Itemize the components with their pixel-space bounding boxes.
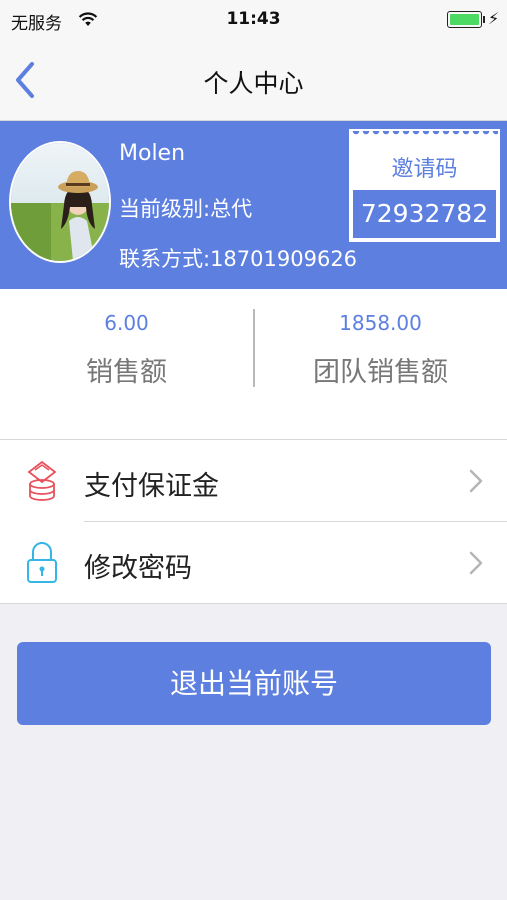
lock-icon	[23, 540, 61, 586]
menu-item-label: 修改密码	[84, 553, 192, 584]
team-sales-value: 1858.00	[339, 311, 422, 335]
invite-code-card[interactable]: 邀请码 72932782	[349, 129, 500, 242]
chevron-right-icon	[468, 468, 484, 494]
sales-value: 6.00	[104, 311, 149, 335]
battery-icon	[447, 11, 482, 28]
sales-label: 销售额	[86, 357, 167, 388]
status-bar: 无服务 11:43 ⚡	[0, 0, 507, 40]
menu-item-change-password[interactable]: 修改密码	[0, 522, 507, 604]
settings-menu: 支付保证金 修改密码	[0, 439, 507, 604]
user-contact: 联系方式:18701909626	[119, 247, 358, 271]
clock: 11:43	[226, 9, 281, 29]
team-sales-stat[interactable]: 1858.00 团队销售额	[254, 311, 507, 389]
invite-code-label: 邀请码	[391, 157, 458, 182]
menu-item-pay-deposit[interactable]: 支付保证金	[0, 440, 507, 522]
profile-header: Molen 当前级别:总代 联系方式:18701909626 邀请码 72932…	[0, 121, 507, 289]
sales-stats: 6.00 销售额 1858.00 团队销售额	[0, 289, 507, 439]
chevron-right-icon	[468, 550, 484, 576]
team-sales-label: 团队销售额	[313, 357, 448, 388]
menu-item-label: 支付保证金	[84, 471, 219, 502]
ticket-edge	[351, 131, 498, 137]
invite-code-value: 72932782	[351, 188, 498, 240]
coins-icon	[23, 458, 61, 504]
battery-tip	[483, 16, 485, 23]
charging-icon: ⚡	[488, 9, 500, 28]
user-level: 当前级别:总代	[119, 197, 253, 221]
page-title: 个人中心	[203, 69, 304, 98]
avatar[interactable]	[9, 141, 111, 263]
sales-stat[interactable]: 6.00 销售额	[0, 311, 253, 389]
nav-bar: 个人中心	[0, 40, 507, 121]
logout-button[interactable]: 退出当前账号	[17, 642, 491, 725]
user-name: Molen	[119, 141, 186, 166]
